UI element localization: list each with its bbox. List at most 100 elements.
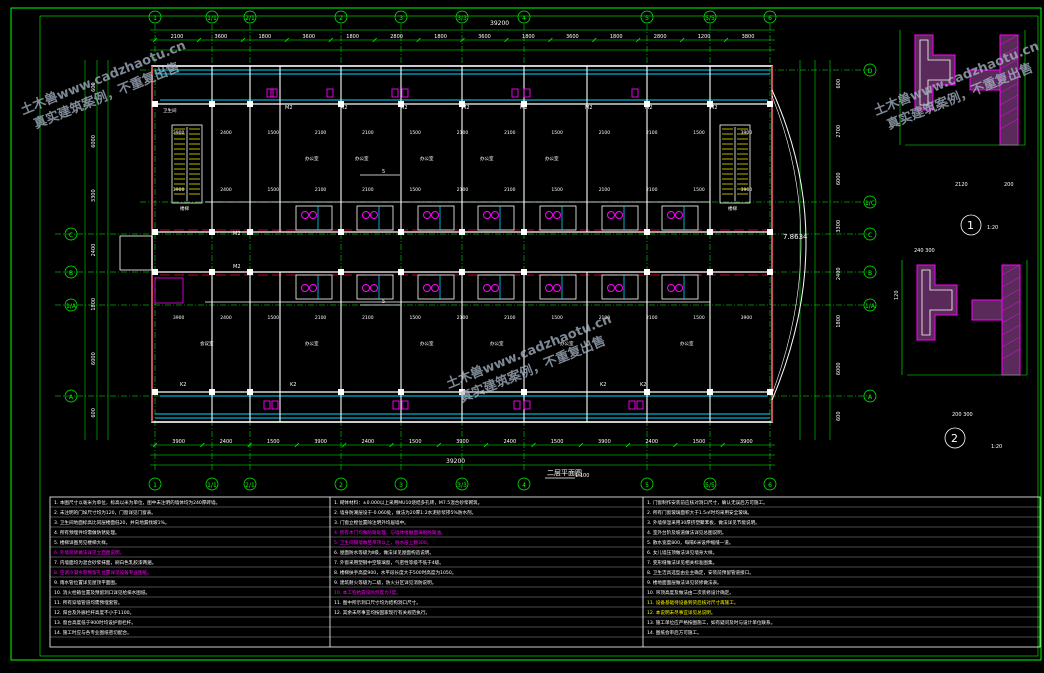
detail-beam	[971, 299, 1003, 321]
note-line: 11. 图中所示洞口尺寸均为结构洞口尺寸。	[334, 599, 421, 606]
dim-text-top: 3800	[742, 34, 755, 40]
structural-column	[521, 229, 527, 235]
room-label: 办公室	[305, 155, 319, 162]
dim-text-top: 3600	[478, 34, 491, 40]
dim-text-bottom: 2400	[645, 439, 658, 445]
detail-1-dim-right: 200	[1004, 182, 1014, 188]
detail-2-dim-top: 240 300	[914, 248, 935, 254]
detail-2-dim-left: 120	[894, 290, 900, 300]
dim-text-room-mid: 2400	[220, 187, 232, 193]
note-line: 3. 卫生间地面标高比同层楼面低20，并向地漏找坡1%。	[54, 519, 169, 526]
detail-2-scale: 1:20	[991, 444, 1002, 450]
section-mark-5a: 5	[382, 169, 385, 175]
note-line: 6. 屋面防水等级为Ⅱ级，做法详见屋面构造说明。	[334, 549, 434, 556]
room-label: 会议室	[200, 340, 214, 347]
dim-text-room-upper: 2100	[457, 130, 469, 136]
dim-text-left: 600	[91, 408, 97, 418]
room-label: 办公室	[420, 155, 434, 162]
axis-label-bottom: 3	[399, 482, 403, 489]
dim-text-room-mid: 2100	[457, 187, 469, 193]
dim-text-room-mid: 2100	[504, 187, 516, 193]
dim-text-top: 3600	[302, 34, 315, 40]
dim-text-room-upper: 2100	[599, 130, 611, 136]
structural-column	[521, 389, 527, 395]
structural-column	[152, 101, 158, 107]
door-tag: M2	[520, 105, 528, 111]
structural-column	[644, 269, 650, 275]
dim-text-room-upper: 1500	[693, 130, 705, 136]
room-label: 办公室	[355, 155, 369, 162]
note-line: 8. 楼梯扶手高度900，水平段长度大于500时高度为1050。	[334, 569, 456, 576]
door-tag: K2	[600, 382, 606, 388]
door-tag: M2	[585, 105, 593, 111]
structural-column	[338, 269, 344, 275]
dim-text-right: 6000	[836, 362, 842, 375]
dim-text-bottom: 3900	[314, 439, 327, 445]
dim-text-room-upper: 2100	[362, 130, 374, 136]
note-line: 12. 本说明未尽事宜详见总说明。	[647, 609, 716, 616]
axis-label-top: 4	[522, 15, 526, 22]
room-label: 卫生间	[163, 107, 177, 114]
door-tag: M2	[710, 105, 718, 111]
door-tag: M2	[462, 105, 470, 111]
dim-text-room-mid: 1500	[268, 187, 280, 193]
note-line: 10. 本工程抗震设防烈度为7度。	[334, 589, 401, 596]
dim-text-room-lower: 1500	[693, 315, 705, 321]
note-line: 1. 本图尺寸以毫米为单位，标高以米为单位，图中未注明的墙体均为240厚砖墙。	[54, 499, 220, 506]
section-mark-5b: 5	[382, 299, 385, 305]
dim-text-right: 1800	[836, 315, 842, 328]
axis-label-bottom: 3/3	[457, 482, 467, 489]
note-line: 12. 其余未尽事宜均按国家现行有关规范执行。	[334, 609, 430, 616]
note-line: 11. 所有穿墙管道均需预埋套管。	[54, 599, 123, 606]
dim-text-left: 3300	[91, 189, 97, 202]
structural-column	[338, 229, 344, 235]
axis-label-bottom: 1	[153, 482, 157, 489]
room-label: 办公室	[680, 340, 694, 347]
note-line: 9. 建筑耐火等级为二级，防火分区详见消防说明。	[334, 579, 436, 586]
dim-text-bottom: 1500	[693, 439, 706, 445]
note-line: 5. 卫生间隔墙做至吊顶以上，防水层上翻300。	[334, 539, 431, 546]
axis-label-right: D	[868, 68, 873, 75]
dim-text-top: 1200	[698, 34, 711, 40]
dim-text-room-lower: 1500	[551, 315, 563, 321]
note-line: 2. 未注明的门垛尺寸均为120，门窗详见门窗表。	[54, 509, 156, 516]
note-line: 4. 所有预埋件均需做防锈处理。	[54, 529, 120, 536]
door-tag: K2	[640, 382, 646, 388]
note-line: 6. 女儿墙压顶做法详见墙身大样。	[647, 549, 717, 556]
note-line: 4. 室外台阶及坡道做法详见总图说明。	[647, 529, 726, 536]
dim-text-top: 3600	[566, 34, 579, 40]
note-line: 10. 消火栓箱位置及预留洞口详见给排水图纸。	[54, 589, 150, 596]
note-line: 8. 卫生洁具选型由业主确定，安装前预留管道接口。	[647, 569, 754, 576]
axis-label-bottom: 5/5	[705, 482, 715, 489]
note-line: 1. 砌体材料：±0.000以上采用MU10烧结多孔砖，M7.5混合砂浆砌筑。	[334, 499, 482, 506]
dim-text-right: 3300	[836, 220, 842, 233]
note-line: 14. 图纸会审后方可施工。	[647, 629, 702, 636]
dim-text-room-lower: 2100	[457, 315, 469, 321]
door-tag: M2	[285, 105, 293, 111]
cad-drawing-canvas[interactable]: 111/11/12/12/122333/33/344555/55/566ABC1…	[0, 0, 1044, 673]
note-line: 1. 门窗制作安装前应核对洞口尺寸，确认无误后方可施工。	[647, 499, 768, 506]
structural-column	[152, 229, 158, 235]
axis-label-bottom: 6	[768, 482, 772, 489]
structural-column	[459, 229, 465, 235]
level-mark: 7.8634	[783, 233, 808, 241]
axis-label-right: B	[868, 270, 872, 277]
dim-text-top: 1800	[522, 34, 535, 40]
dim-text-bottom: 3900	[740, 439, 753, 445]
axis-label-left: C	[69, 232, 73, 239]
axis-label-top: 2/1	[245, 15, 255, 22]
detail-1-label: 1	[967, 219, 974, 232]
dim-text-room-mid: 1500	[693, 187, 705, 193]
structural-column	[644, 229, 650, 235]
note-line: 13. 施工单位应严格按图施工，如有疑问及时与设计单位联系。	[647, 619, 775, 626]
detail-2-label: 2	[951, 432, 958, 445]
note-line: 3. 外墙保温采用30厚挤塑聚苯板，做法详见节能说明。	[647, 519, 760, 526]
door-tag: K2	[290, 382, 296, 388]
structural-column	[247, 269, 253, 275]
axis-label-top: 3/3	[457, 15, 467, 22]
note-line: 10. 吊顶高度及做法由二次装修设计确定。	[647, 589, 734, 596]
note-line: 5. 散水宽度800，每隔6米设伸缩缝一道。	[647, 539, 733, 546]
dim-text-room-lower: 2100	[504, 315, 516, 321]
dim-text-bottom: 1500	[409, 439, 422, 445]
detail-1-scale: 1:20	[987, 225, 998, 231]
